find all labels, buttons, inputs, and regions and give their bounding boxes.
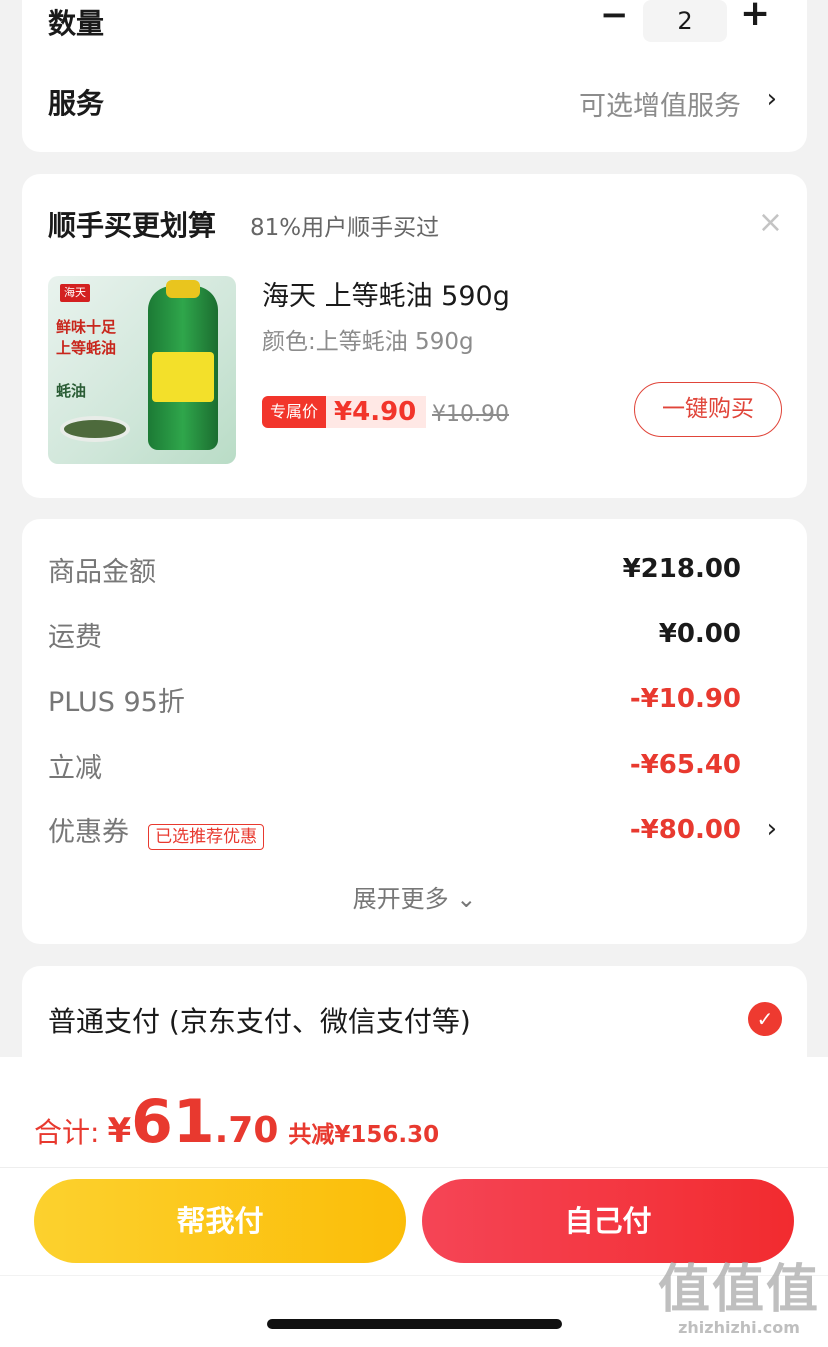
image-product-word: 蚝油 [56,382,87,400]
summary-row-goods: 商品金额 ¥218.00 [48,549,741,589]
help-pay-button[interactable]: 帮我付 [34,1179,406,1263]
summary-row-plus-discount: PLUS 95折 -¥10.90 [48,679,741,719]
coupon-label-group: 优惠券 已选推荐优惠 [48,810,265,850]
summary-value: ¥218.00 [622,554,741,584]
summary-label: PLUS 95折 [48,686,185,718]
total-decimal: .70 [214,1110,279,1151]
quantity-label: 数量 [48,7,105,40]
quantity-input[interactable]: 2 [643,0,727,42]
total-label: 合计: [34,1116,100,1149]
dish-illustration [60,416,130,442]
summary-row-shipping: 运费 ¥0.00 [48,614,741,654]
chevron-right-icon[interactable]: › [767,84,777,114]
original-price: ¥10.90 [432,402,509,427]
product-price: ¥4.90 [326,396,427,428]
summary-row-coupon[interactable]: 优惠券 已选推荐优惠 -¥80.00 [48,810,741,850]
recommend-card: 顺手买更划算 81%用户顺手买过 × 海天 鲜味十足 上等蚝油 蚝油 海天 上等… [22,174,807,498]
divider [0,1167,828,1168]
product-variant: 颜色:上等蚝油 590g [262,329,474,355]
service-label: 服务 [48,87,105,120]
summary-value: -¥65.40 [629,750,741,780]
service-option-link[interactable]: 可选增值服务 [579,84,741,123]
summary-label: 运费 [48,621,102,653]
self-pay-button[interactable]: 自己付 [422,1179,794,1263]
summary-value: ¥0.00 [658,619,741,649]
brand-logo: 海天 [60,284,90,302]
watermark-url: zhizhizhi.com [678,1318,800,1337]
bottle-label-illustration [152,352,214,402]
quantity-minus-button[interactable]: − [600,0,629,32]
image-slogan: 鲜味十足 上等蚝油 [56,318,117,357]
product-image[interactable]: 海天 鲜味十足 上等蚝油 蚝油 [48,276,236,464]
chevron-right-icon[interactable]: › [767,814,777,844]
one-click-buy-button[interactable]: 一键购买 [634,382,782,437]
home-indicator[interactable] [267,1319,562,1329]
total-currency: ¥ [107,1111,132,1151]
watermark: 值值值 zhizhizhi.com [658,1262,820,1337]
summary-label: 立减 [48,752,102,784]
total-integer: 61 [131,1087,215,1157]
exclusive-price-tag: 专属价 ¥4.90 [262,395,427,429]
watermark-logo: 值值值 [657,1260,820,1320]
bottle-cap-illustration [166,280,200,298]
check-icon[interactable]: ✓ [748,1002,782,1036]
summary-label: 商品金额 [48,556,156,588]
price-summary-card: 商品金额 ¥218.00 运费 ¥0.00 PLUS 95折 -¥10.90 立… [22,519,807,944]
product-name[interactable]: 海天 上等蚝油 590g [262,274,510,313]
total-amount: 合计: ¥ 61 .70 共减¥156.30 [34,1087,439,1157]
exclusive-price-badge: 专属价 [262,396,327,428]
summary-label: 优惠券 [48,817,129,849]
close-icon[interactable]: × [758,208,783,238]
recommend-subtitle: 81%用户顺手买过 [250,215,440,241]
summary-value: -¥80.00 [629,815,741,845]
expand-more-button[interactable]: 展开更多 ⌄ [22,879,807,914]
coupon-status-badge: 已选推荐优惠 [148,823,265,850]
quantity-service-card: 数量 − 2 + 服务 可选增值服务 › [22,0,807,152]
summary-value: -¥10.90 [629,684,741,714]
payment-method-label: 普通支付 (京东支付、微信支付等) [48,1005,471,1038]
recommend-title: 顺手买更划算 [48,209,217,242]
total-saved: 共减¥156.30 [288,1122,440,1148]
quantity-plus-button[interactable]: + [740,0,770,32]
summary-row-instant-discount: 立减 -¥65.40 [48,745,741,785]
